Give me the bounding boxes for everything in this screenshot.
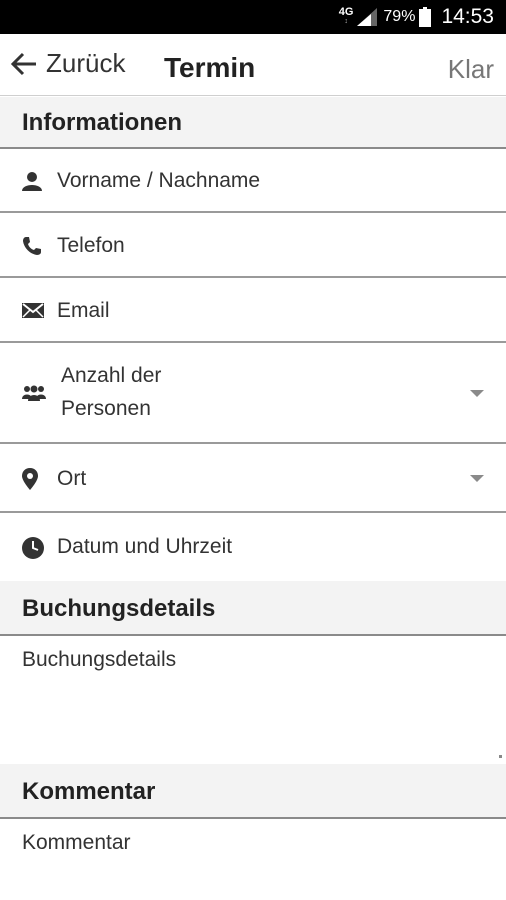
envelope-icon — [22, 303, 44, 318]
signal-icon — [357, 8, 378, 26]
group-icon — [22, 385, 46, 401]
datetime-placeholder: Datum und Uhrzeit — [57, 535, 233, 558]
resize-handle[interactable] — [499, 755, 502, 758]
section-header-informationen: Informationen — [0, 97, 506, 149]
section-header-kommentar: Kommentar — [0, 764, 506, 819]
email-field[interactable]: Email — [0, 278, 506, 343]
back-label: Zurück — [46, 48, 126, 78]
clock-icon — [22, 537, 44, 559]
location-select[interactable]: Ort — [0, 444, 506, 513]
phone-placeholder: Telefon — [57, 234, 125, 257]
comment-placeholder: Kommentar — [22, 831, 131, 854]
booking-details-placeholder: Buchungsdetails — [22, 648, 177, 671]
page-title: Termin — [164, 52, 256, 83]
persons-select[interactable]: Anzahl der Personen — [0, 343, 506, 444]
clock-time: 14:53 — [441, 5, 494, 28]
email-placeholder: Email — [57, 299, 110, 322]
network-indicator: 4G ↕ — [338, 6, 354, 26]
app-bar: Zurück Termin Klar — [0, 34, 506, 96]
chevron-down-icon — [470, 475, 484, 482]
arrow-left-icon — [10, 52, 36, 75]
chevron-down-icon — [470, 390, 484, 397]
section-header-buchungsdetails: Buchungsdetails — [0, 581, 506, 636]
persons-placeholder-line1: Anzahl der — [61, 364, 162, 387]
name-placeholder: Vorname / Nachname — [57, 169, 261, 192]
datetime-field[interactable]: Datum und Uhrzeit — [0, 513, 506, 581]
back-button[interactable]: Zurück — [10, 48, 125, 79]
name-field[interactable]: Vorname / Nachname — [0, 149, 506, 213]
location-pin-icon — [22, 468, 38, 490]
status-bar: 4G ↕ 79% 14:53 — [0, 0, 506, 34]
phone-icon — [23, 237, 41, 255]
persons-placeholder-line2: Personen — [61, 397, 151, 420]
battery-percentage: 79% — [383, 8, 416, 25]
person-icon — [22, 172, 42, 191]
phone-field[interactable]: Telefon — [0, 213, 506, 278]
comment-textarea[interactable]: Kommentar — [0, 819, 506, 900]
booking-details-textarea[interactable]: Buchungsdetails — [0, 636, 506, 764]
location-placeholder: Ort — [57, 467, 87, 490]
battery-icon — [419, 7, 432, 27]
done-button[interactable]: Klar — [448, 54, 494, 85]
